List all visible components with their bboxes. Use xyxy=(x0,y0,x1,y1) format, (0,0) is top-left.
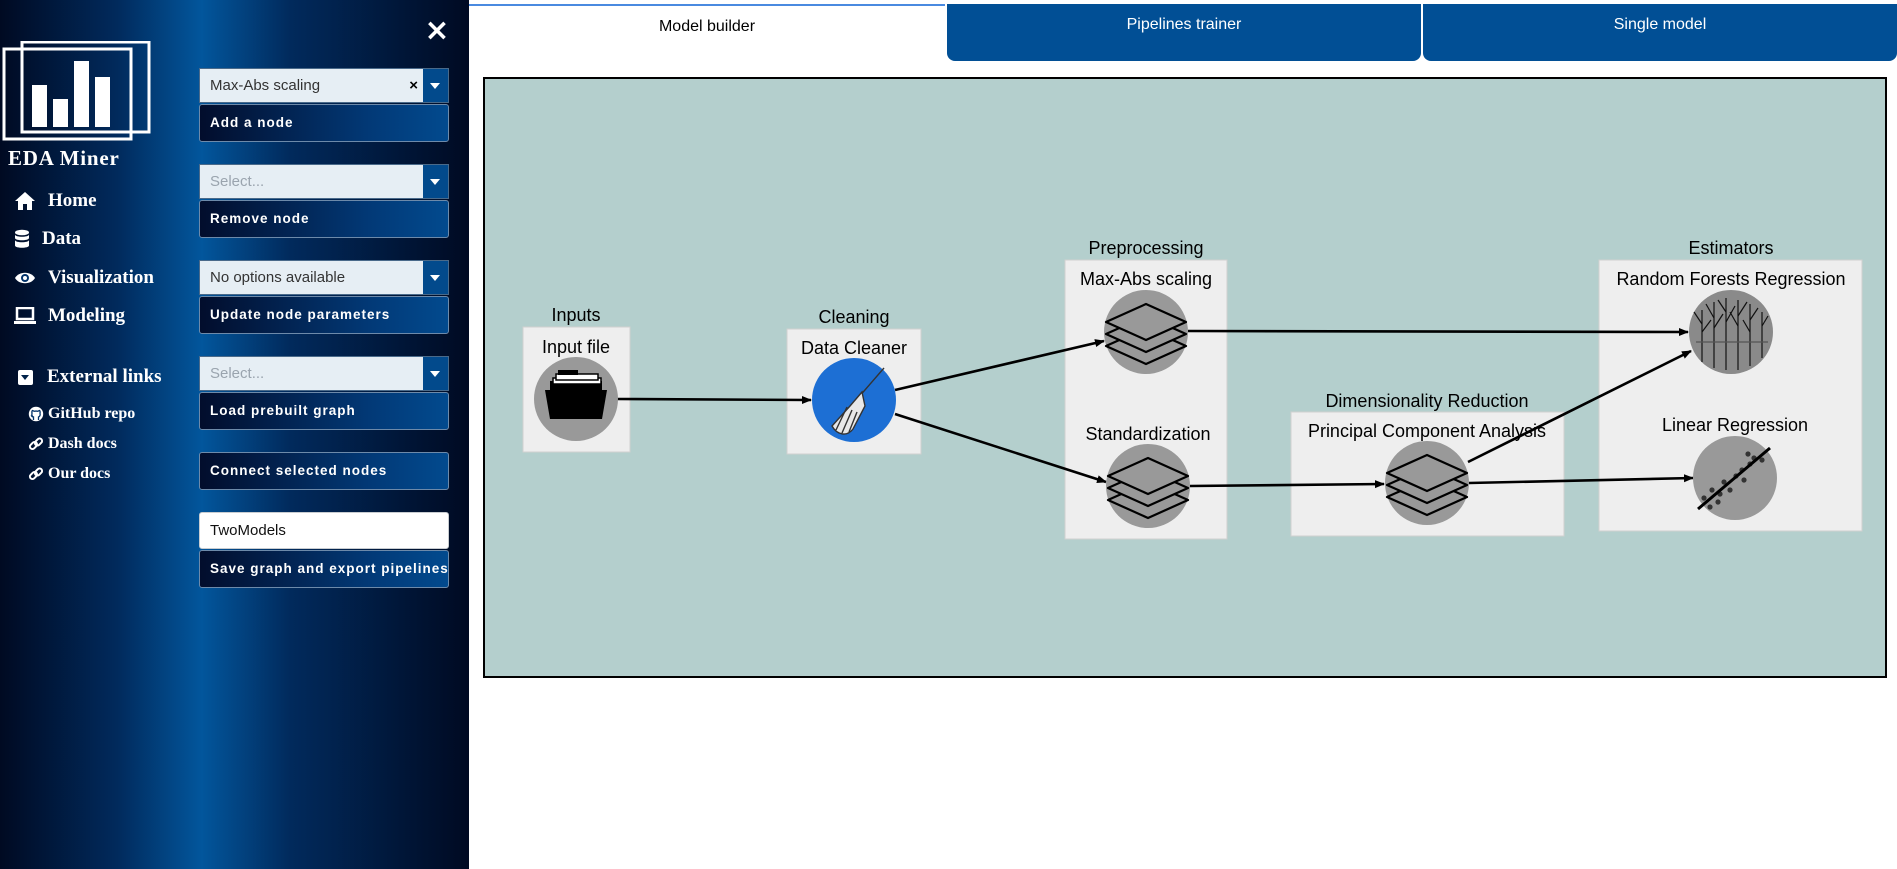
node-label-standardization: Standardization xyxy=(1085,424,1210,444)
load-prebuilt-graph-button[interactable]: Load prebuilt graph xyxy=(199,392,449,430)
close-sidebar-button[interactable]: × xyxy=(422,14,452,48)
node-label-pca: Principal Component Analysis xyxy=(1308,421,1546,441)
node-params-dropdown[interactable]: No options available xyxy=(199,260,449,295)
add-node-button[interactable]: Add a node xyxy=(199,104,449,142)
nav-visualization[interactable]: Visualization xyxy=(14,263,154,293)
group-title-dimensionality-reduction: Dimensionality Reduction xyxy=(1325,391,1528,411)
node-label-data-cleaner: Data Cleaner xyxy=(801,338,907,358)
dash-docs-label: Dash docs xyxy=(48,435,117,452)
node-type-dropdown[interactable]: Max-Abs scaling × xyxy=(199,68,449,103)
node-params-value: No options available xyxy=(210,269,346,286)
remove-node-button[interactable]: Remove node xyxy=(199,200,449,238)
eye-icon xyxy=(15,272,35,284)
group-title-cleaning: Cleaning xyxy=(818,307,889,327)
nav-modeling[interactable]: Modeling xyxy=(14,301,125,331)
update-node-parameters-button[interactable]: Update node parameters xyxy=(199,296,449,334)
nav-modeling-label: Modeling xyxy=(48,305,126,326)
prebuilt-graph-placeholder: Select... xyxy=(210,365,265,382)
node-label-input-file: Input file xyxy=(542,337,610,357)
clear-selection-icon[interactable]: × xyxy=(409,69,418,102)
remove-node-dropdown[interactable]: Select... xyxy=(199,164,449,199)
save-graph-button[interactable]: Save graph and export pipelines xyxy=(199,550,449,588)
group-title-estimators: Estimators xyxy=(1688,238,1773,258)
node-standardization[interactable] xyxy=(1106,444,1190,528)
dash-docs-link[interactable]: Dash docs xyxy=(28,435,117,453)
nav-data[interactable]: Data xyxy=(14,224,81,254)
group-title-preprocessing: Preprocessing xyxy=(1088,238,1203,258)
prebuilt-graph-dropdown[interactable]: Select... xyxy=(199,356,449,391)
nav-data-label: Data xyxy=(42,228,82,249)
chevron-down-icon[interactable] xyxy=(423,261,448,294)
node-input-file[interactable] xyxy=(534,357,618,441)
node-label-linear-regression: Linear Regression xyxy=(1662,415,1808,435)
connect-selected-nodes-button[interactable]: Connect selected nodes xyxy=(199,452,449,490)
external-links-toggle[interactable]: External links xyxy=(18,366,162,388)
node-label-random-forests-regression: Random Forests Regression xyxy=(1616,269,1845,289)
node-label-max-abs-scaling: Max-Abs scaling xyxy=(1080,269,1212,289)
nav-home[interactable]: Home xyxy=(14,186,97,216)
pipeline-graph: Inputs Cleaning Preprocessing Dimensiona… xyxy=(522,238,1863,540)
node-max-abs-scaling[interactable] xyxy=(1104,290,1188,374)
node-random-forests-regression[interactable] xyxy=(1689,290,1773,374)
node-type-value: Max-Abs scaling xyxy=(210,77,321,94)
remove-node-placeholder: Select... xyxy=(210,173,265,190)
nav-visualization-label: Visualization xyxy=(48,267,154,288)
chevron-down-icon[interactable] xyxy=(423,69,448,102)
node-linear-regression[interactable] xyxy=(1693,436,1777,520)
laptop-icon xyxy=(14,307,36,324)
external-links-label: External links xyxy=(47,366,162,387)
tab-pipelines-trainer[interactable]: Pipelines trainer xyxy=(947,4,1421,61)
chevron-down-icon[interactable] xyxy=(423,357,448,390)
home-icon xyxy=(15,192,35,210)
node-pca[interactable] xyxy=(1385,441,1469,525)
nav-home-label: Home xyxy=(48,190,97,211)
link-icon xyxy=(28,437,44,451)
github-repo-link[interactable]: GitHub repo xyxy=(28,405,135,423)
edge-input-to-cleaner xyxy=(616,395,812,404)
graph-name-input[interactable] xyxy=(199,512,449,549)
app-title: EDA Miner xyxy=(8,146,120,170)
folder-icon xyxy=(545,370,607,419)
our-docs-link[interactable]: Our docs xyxy=(28,465,110,483)
edge-maxabs-to-random-forest xyxy=(1187,327,1689,336)
tab-single-model[interactable]: Single model xyxy=(1423,4,1897,61)
graph-canvas[interactable]: Inputs Cleaning Preprocessing Dimensiona… xyxy=(483,77,1887,678)
chevron-down-icon[interactable] xyxy=(423,165,448,198)
database-icon xyxy=(15,229,29,248)
github-icon xyxy=(28,406,44,422)
link-icon xyxy=(28,467,44,481)
caret-down-icon xyxy=(18,369,33,385)
our-docs-label: Our docs xyxy=(48,465,111,482)
node-data-cleaner[interactable] xyxy=(812,358,896,442)
tab-model-builder[interactable]: Model builder xyxy=(469,4,945,61)
sidebar: × EDA Miner Home Data Visualization Mode… xyxy=(0,0,469,869)
github-repo-label: GitHub repo xyxy=(48,405,136,422)
group-title-inputs: Inputs xyxy=(551,305,600,325)
